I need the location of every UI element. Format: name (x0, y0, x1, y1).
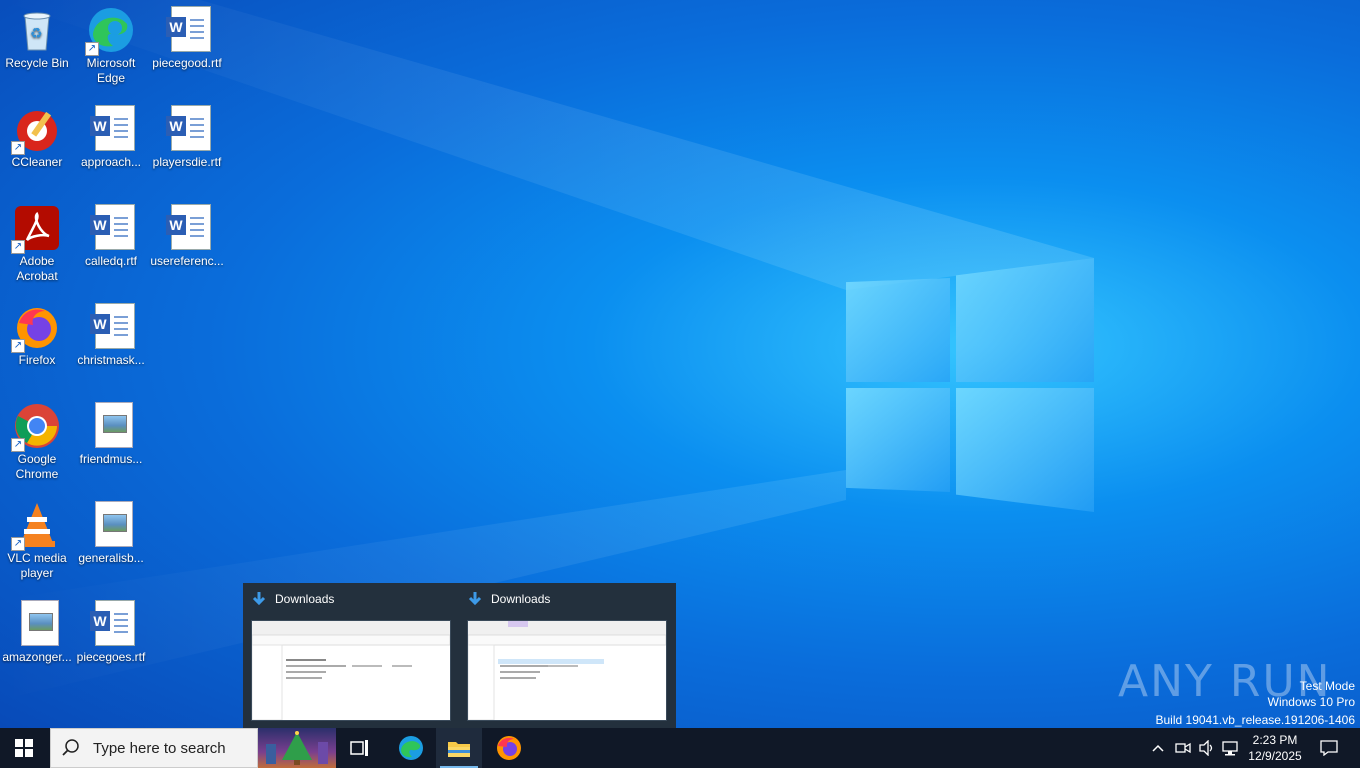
word-doc-icon: W (163, 6, 211, 54)
edge-icon: ↗ (85, 6, 135, 56)
desktop-icon-approach[interactable]: W approach... (74, 99, 148, 170)
start-icon (15, 739, 33, 757)
desktop-icon-friendmus[interactable]: friendmus... (74, 396, 148, 467)
taskbar-preview-flyout: Downloads Downloads (243, 583, 676, 728)
network-icon (1222, 741, 1238, 756)
explorer-window-thumbnail (468, 621, 666, 720)
ccleaner-icon: ↗ (11, 105, 61, 155)
preview-window-2-thumbnail[interactable] (467, 620, 667, 721)
desktop-icon-piecegoes[interactable]: W piecegoes.rtf (74, 594, 148, 665)
shortcut-arrow-icon: ↗ (11, 537, 25, 551)
shortcut-arrow-icon: ↗ (11, 240, 25, 254)
clock-date: 12/9/2025 (1248, 749, 1302, 763)
test-mode-text: Test Mode (1299, 679, 1355, 693)
preview-window-1-title[interactable]: Downloads (251, 591, 334, 607)
desktop-icon-calledq[interactable]: W calledq.rtf (74, 198, 148, 269)
download-arrow-icon (252, 592, 266, 606)
taskbar-edge-button[interactable] (387, 728, 435, 768)
search-icon (62, 739, 79, 756)
task-view-button[interactable] (336, 728, 384, 768)
acrobat-icon: ↗ (11, 204, 61, 254)
firefox-icon: ↗ (11, 303, 61, 353)
tray-volume-button[interactable] (1196, 728, 1218, 768)
image-file-icon (87, 402, 135, 450)
taskbar-search-box[interactable]: Type here to search (50, 728, 258, 768)
word-doc-icon: W (163, 204, 211, 252)
download-arrow-icon (468, 592, 482, 606)
action-center-button[interactable] (1310, 728, 1348, 768)
shortcut-arrow-icon: ↗ (11, 438, 25, 452)
tray-meet-now-button[interactable] (1172, 728, 1194, 768)
desktop-icon-microsoft-edge[interactable]: ↗ Microsoft Edge (74, 0, 148, 86)
search-highlight-button[interactable] (258, 728, 336, 768)
task-view-icon (350, 740, 368, 756)
recycle-bin-icon: ♻ (13, 6, 61, 54)
edge-icon (399, 736, 423, 760)
start-button[interactable] (0, 728, 48, 768)
search-placeholder: Type here to search (93, 739, 226, 757)
desktop-icon-adobe-acrobat[interactable]: ↗ Adobe Acrobat (0, 198, 74, 284)
desktop-icon-recycle-bin[interactable]: ♻ Recycle Bin (0, 0, 74, 71)
desktop-icon-usereferenc[interactable]: W usereferenc... (150, 198, 224, 269)
vlc-icon: ↗ (11, 501, 61, 551)
build-text: Build 19041.vb_release.191206-1406 (1155, 713, 1356, 727)
word-doc-icon: W (163, 105, 211, 153)
shortcut-arrow-icon: ↗ (11, 339, 25, 353)
desktop-icon-amazonger[interactable]: amazonger... (0, 594, 74, 665)
desktop-icon-google-chrome[interactable]: ↗ Google Chrome (0, 396, 74, 482)
preview-window-1-thumbnail[interactable] (251, 620, 451, 721)
windows-edition-text: Windows 10 Pro (1267, 695, 1355, 709)
desktop-icon-vlc[interactable]: ↗ VLC media player (0, 495, 74, 581)
tray-network-button[interactable] (1220, 728, 1242, 768)
tray-clock[interactable]: 2:23 PM 12/9/2025 (1244, 728, 1306, 768)
camera-icon (1175, 742, 1191, 754)
taskbar-file-explorer-button[interactable] (436, 728, 482, 768)
word-doc-icon: W (87, 105, 135, 153)
taskbar-firefox-button[interactable] (485, 728, 533, 768)
svg-text:♻: ♻ (30, 25, 43, 41)
notification-icon (1320, 740, 1338, 756)
image-file-icon (13, 600, 61, 648)
desktop-icon-piecegood[interactable]: W piecegood.rtf (150, 0, 224, 71)
chevron-up-icon (1152, 744, 1164, 752)
firefox-icon (497, 736, 521, 760)
desktop-icon-christmask[interactable]: W christmask... (74, 297, 148, 368)
shortcut-arrow-icon: ↗ (11, 141, 25, 155)
christmas-tree-icon (266, 731, 328, 765)
desktop-icon-firefox[interactable]: ↗ Firefox (0, 297, 74, 368)
image-file-icon (87, 501, 135, 549)
preview-window-2-title[interactable]: Downloads (467, 591, 550, 607)
desktop-icon-playersdie[interactable]: W playersdie.rtf (150, 99, 224, 170)
word-doc-icon: W (87, 303, 135, 351)
desktop-icon-ccleaner[interactable]: ↗ CCleaner (0, 99, 74, 170)
shortcut-arrow-icon: ↗ (85, 42, 99, 56)
chrome-icon: ↗ (11, 402, 61, 452)
windows-logo-wallpaper (846, 258, 1094, 512)
speaker-icon (1199, 740, 1213, 756)
word-doc-icon: W (87, 204, 135, 252)
clock-time: 2:23 PM (1252, 733, 1298, 747)
show-hidden-icons-button[interactable] (1148, 728, 1168, 768)
word-doc-icon: W (87, 600, 135, 648)
desktop-icon-generalisb[interactable]: generalisb... (74, 495, 148, 566)
file-explorer-icon (448, 742, 470, 757)
explorer-window-thumbnail (252, 621, 450, 720)
